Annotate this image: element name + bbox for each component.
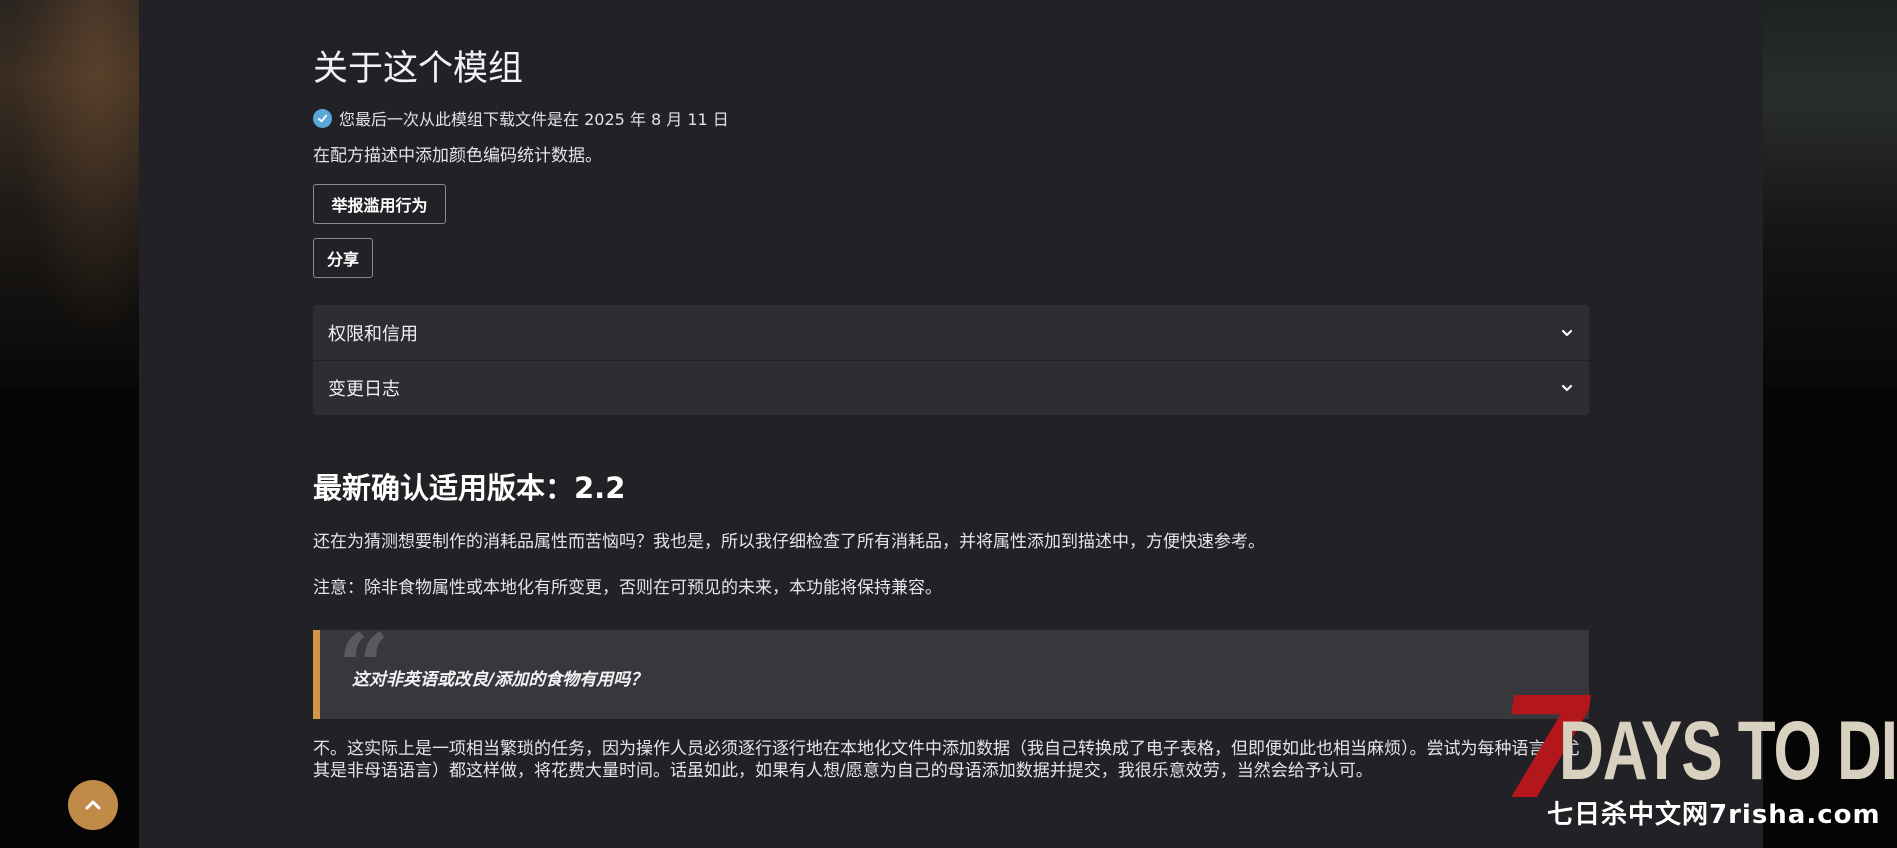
background-bottom-left (0, 390, 139, 848)
download-note: 您最后一次从此模组下载文件是在 2025 年 8 月 11 日 (313, 106, 729, 130)
background-left (0, 0, 139, 390)
accordion-permissions[interactable]: 权限和信用 (313, 305, 1589, 360)
background-right (1763, 0, 1897, 390)
accordion-label: 变更日志 (328, 379, 400, 400)
quote-block: “ 这对非英语或改良/添加的食物有用吗？ (313, 622, 1589, 719)
accordion: 权限和信用 变更日志 (313, 305, 1589, 415)
chevron-down-icon (1561, 329, 1573, 336)
watermark-site: 七日杀中文网7risha.com (1547, 800, 1881, 830)
accordion-label: 权限和信用 (328, 323, 418, 345)
description-note: 注意：除非食物属性或本地化有所变更，否则在可预见的未来，本功能将保持兼容。 (313, 578, 942, 598)
accordion-changelog[interactable]: 变更日志 (313, 360, 1589, 415)
watermark-title: DAYS TO DIE (1559, 704, 1897, 798)
download-note-text: 您最后一次从此模组下载文件是在 2025 年 8 月 11 日 (339, 110, 729, 129)
share-button[interactable]: 分享 (313, 238, 373, 278)
chevron-down-icon (1561, 384, 1573, 392)
version-heading: 最新确认适用版本：2.2 (313, 471, 626, 505)
mod-summary: 在配方描述中添加颜色编码统计数据。 (313, 146, 602, 166)
report-abuse-button[interactable]: 举报滥用行为 (313, 184, 446, 224)
check-circle-icon (313, 108, 332, 128)
description-paragraph: 还在为猜测想要制作的消耗品属性而苦恼吗？我也是，所以我仔细检查了所有消耗品，并将… (313, 532, 1265, 552)
about-title: 关于这个模组 (313, 49, 524, 89)
scroll-to-top-button[interactable] (68, 780, 118, 830)
chevron-up-icon (85, 800, 101, 810)
answer-paragraph: 不。这实际上是一项相当繁琐的任务，因为操作人员必须逐行逐行地在本地化文件中添加数… (313, 739, 1580, 781)
site-watermark: 7 DAYS TO DIE 七日杀中文网7risha.com (1486, 668, 1897, 840)
quote-text: 这对非英语或改良/添加的食物有用吗？ (352, 670, 648, 690)
